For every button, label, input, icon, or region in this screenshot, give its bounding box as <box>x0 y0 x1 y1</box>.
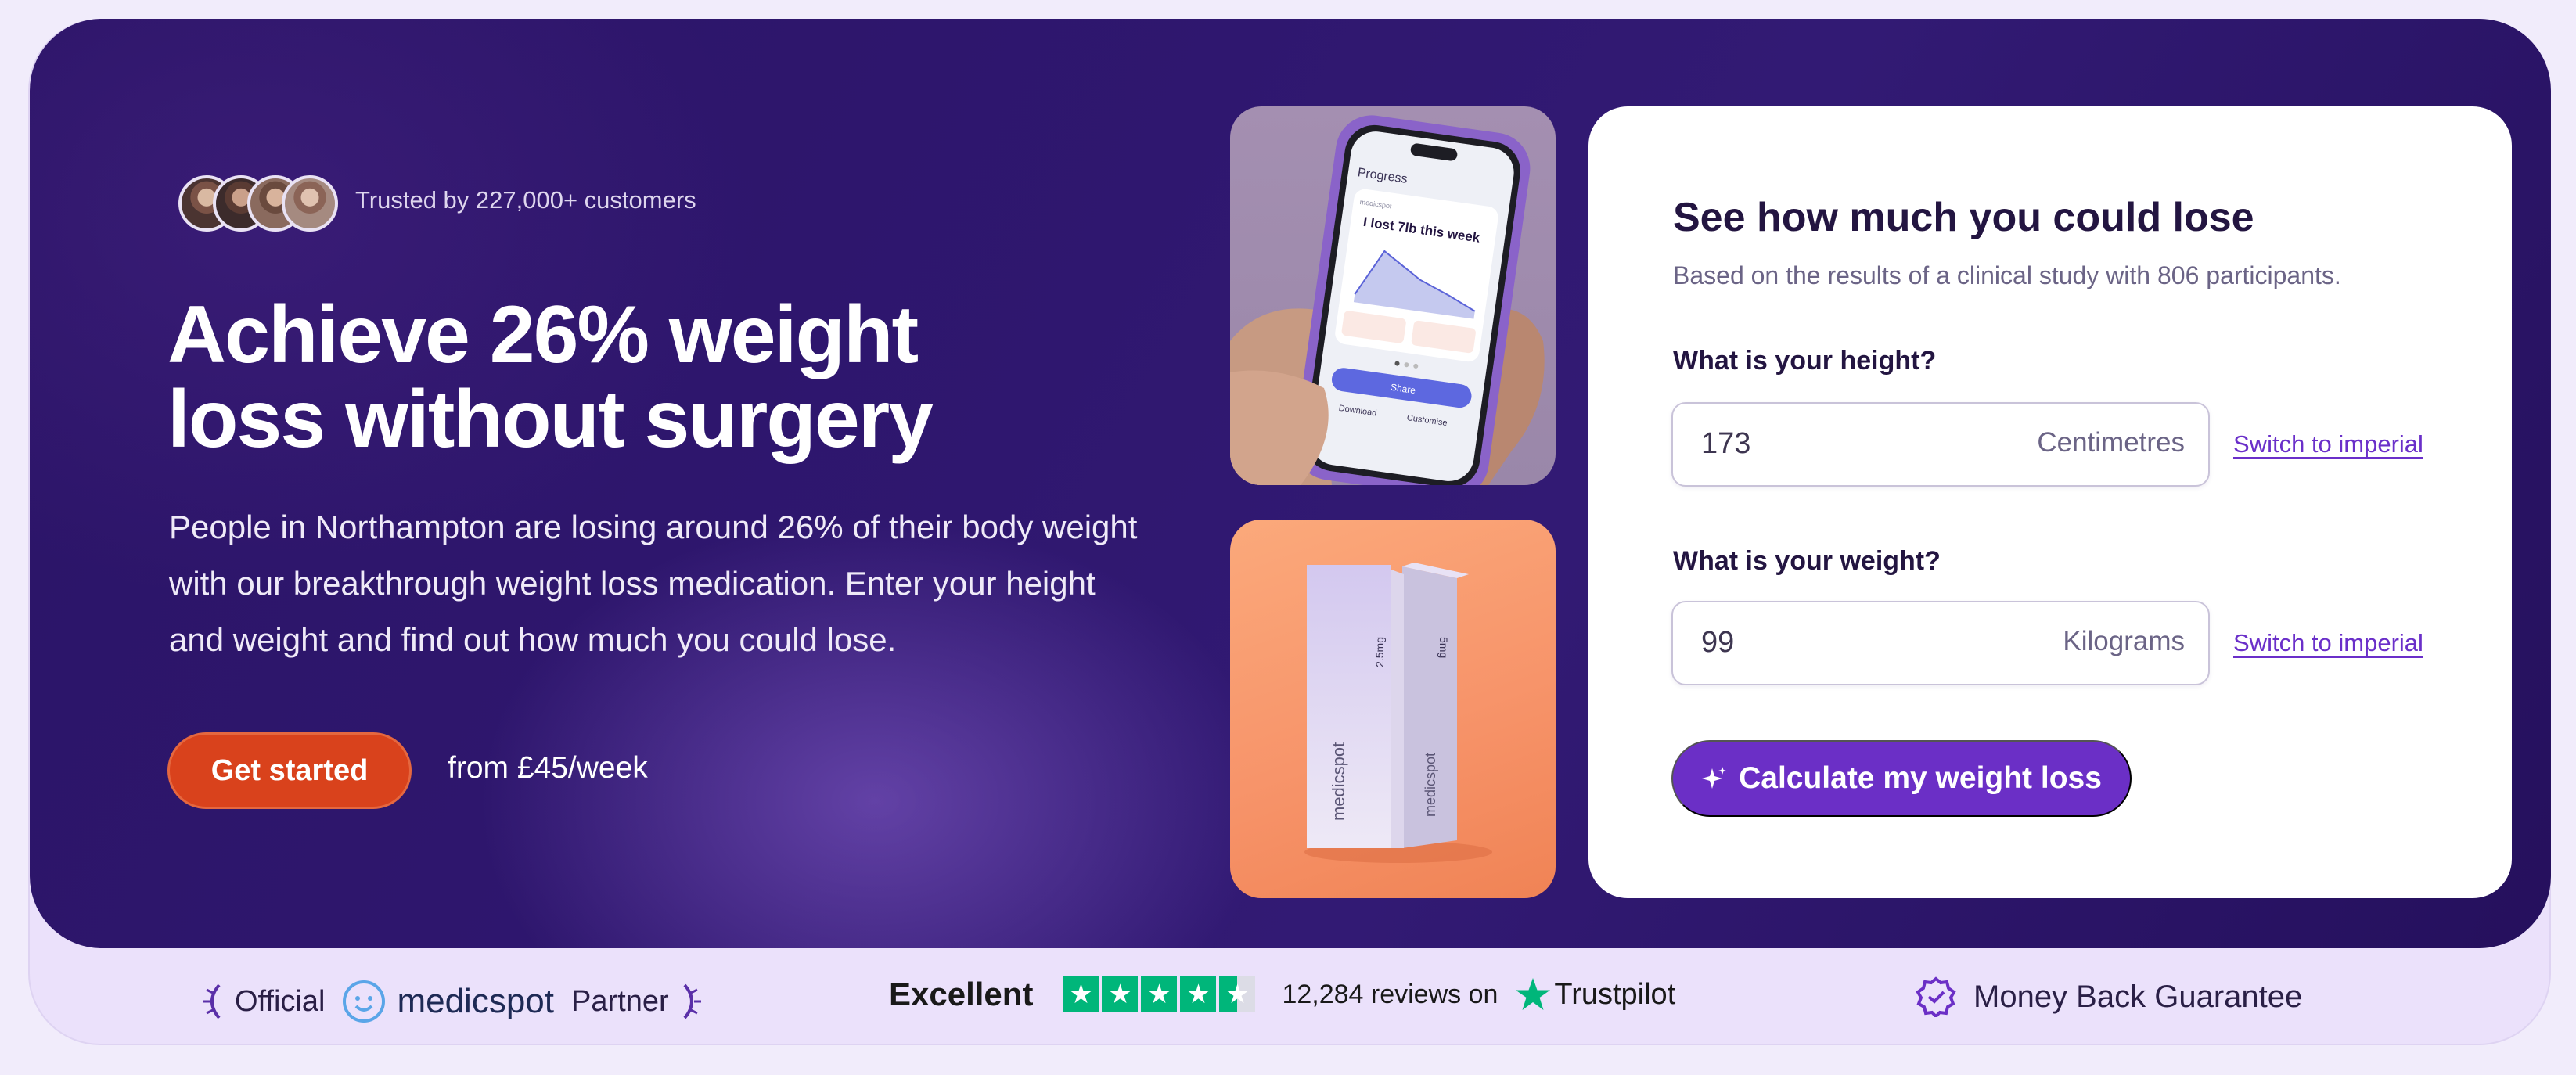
get-started-button[interactable]: Get started <box>167 732 412 809</box>
half-star-icon: ★ <box>1219 976 1256 1012</box>
star-icon: ★ <box>1102 976 1139 1012</box>
svg-text:medicspot: medicspot <box>1423 753 1438 817</box>
star-icon: ★ <box>1063 976 1099 1012</box>
official-label: Official <box>235 984 326 1018</box>
avatar <box>282 175 338 232</box>
headline-line-2: loss without surgery <box>167 374 934 465</box>
rating-label: Excellent <box>889 976 1034 1012</box>
svg-text:2.5mg: 2.5mg <box>1373 637 1386 667</box>
star-rating: ★ ★ ★ ★ ★ <box>1063 976 1256 1012</box>
trusted-by-text: Trusted by 227,000+ customers <box>355 186 696 214</box>
trustpilot-label: Trustpilot <box>1554 977 1676 1011</box>
star-icon: ★ <box>1180 976 1217 1012</box>
height-label: What is your height? <box>1673 346 1937 376</box>
phone-progress-image: Progress medicspot I lost 7lb this week … <box>1230 106 1556 485</box>
svg-text:medicspot: medicspot <box>1329 742 1348 821</box>
medicspot-brand: medicspot <box>397 982 554 1020</box>
trustpilot-star-icon <box>1516 978 1551 1010</box>
medicspot-logo-icon <box>343 980 386 1023</box>
money-back-guarantee: Money Back Guarantee <box>1916 976 2302 1017</box>
product-box-image: 5mg medicspot 2.5mg medicspot <box>1230 520 1556 898</box>
calculator-subtitle: Based on the results of a clinical study… <box>1673 261 2341 289</box>
calculator-title: See how much you could lose <box>1673 195 2254 240</box>
height-switch-imperial-link[interactable]: Switch to imperial <box>2233 430 2423 458</box>
calculate-button-label: Calculate my weight loss <box>1739 761 2102 795</box>
calculate-weight-loss-button[interactable]: Calculate my weight loss <box>1671 740 2132 817</box>
official-partner-badge: Official medicspot Partner <box>202 978 702 1025</box>
partner-label: Partner <box>571 984 669 1018</box>
headline-line-1: Achieve 26% weight <box>167 289 919 380</box>
svg-text:5mg: 5mg <box>1437 637 1450 658</box>
height-input[interactable]: 173 Centimetres <box>1671 402 2210 487</box>
verified-badge-icon <box>1916 976 1956 1017</box>
page-title: Achieve 26% weight loss without surgery <box>167 293 950 462</box>
weight-switch-imperial-link[interactable]: Switch to imperial <box>2233 629 2423 657</box>
guarantee-label: Money Back Guarantee <box>1973 979 2303 1014</box>
weight-unit: Kilograms <box>2063 626 2185 656</box>
laurel-right-icon <box>683 983 701 1019</box>
laurel-left-icon <box>203 983 221 1019</box>
weight-value[interactable]: 99 <box>1701 626 1734 660</box>
weight-input[interactable]: 99 Kilograms <box>1671 601 2210 685</box>
star-icon: ★ <box>1141 976 1178 1012</box>
price-note: from £45/week <box>448 751 648 785</box>
phone-illustration: Progress medicspot I lost 7lb this week … <box>1230 115 1545 485</box>
trustpilot-rating[interactable]: Excellent ★ ★ ★ ★ ★ 12,284 reviews on Tr… <box>889 976 1675 1013</box>
hero-description: People in Northampton are losing around … <box>169 509 1138 658</box>
weight-label: What is your weight? <box>1673 546 1941 576</box>
height-value[interactable]: 173 <box>1701 427 1750 461</box>
hero-section: Trusted by 227,000+ customers Achieve 26… <box>30 19 2551 948</box>
reviews-count: 12,284 reviews on <box>1282 979 1498 1009</box>
weight-loss-calculator: See how much you could lose Based on the… <box>1588 106 2512 898</box>
height-unit: Centimetres <box>2037 427 2185 458</box>
sparkle-icon <box>1702 767 1727 789</box>
product-illustration: 5mg medicspot 2.5mg medicspot <box>1304 563 1492 863</box>
